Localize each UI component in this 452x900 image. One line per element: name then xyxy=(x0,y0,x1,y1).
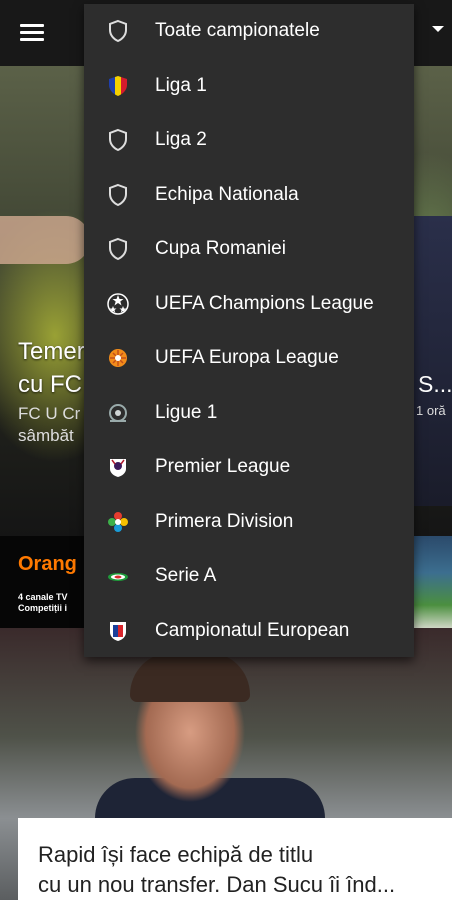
shield-outline-icon xyxy=(106,237,130,261)
menu-item-echipa-nationala[interactable]: Echipa Nationala xyxy=(84,168,414,222)
menu-item-label: Liga 2 xyxy=(155,129,207,150)
article-photo-detail xyxy=(130,652,250,702)
side-article-title[interactable]: S... xyxy=(418,371,452,398)
champions-league-icon xyxy=(106,292,130,316)
championship-dropdown-menu: Toate campionatele Liga 1 Liga 2 Echipa … xyxy=(84,4,414,657)
shield-outline-icon xyxy=(106,19,130,43)
ad-text: 4 canale TV xyxy=(18,592,68,602)
hero-photo-detail xyxy=(0,216,90,264)
menu-item-label: Liga 1 xyxy=(155,75,207,96)
euro-championship-icon xyxy=(106,619,130,643)
shield-outline-icon xyxy=(106,128,130,152)
menu-item-liga-2[interactable]: Liga 2 xyxy=(84,113,414,167)
menu-item-label: Cupa Romaniei xyxy=(155,238,286,259)
menu-item-toate-campionatele[interactable]: Toate campionatele xyxy=(84,4,414,58)
menu-item-label: UEFA Europa League xyxy=(155,347,339,368)
menu-item-europa-league[interactable]: UEFA Europa League xyxy=(84,331,414,385)
hero-title[interactable]: Temer cu FC xyxy=(18,335,85,401)
article-title[interactable]: Rapid își face echipă de titlu cu un nou… xyxy=(38,840,438,900)
europa-league-icon xyxy=(106,346,130,370)
hero-subtitle-line: sâmbăt xyxy=(18,426,74,445)
hero-subtitle: FC U Cr sâmbăt xyxy=(18,403,80,447)
article-title-line: Rapid își face echipă de titlu xyxy=(38,842,314,867)
menu-item-label: Echipa Nationala xyxy=(155,184,299,205)
menu-item-label: Premier League xyxy=(155,456,291,477)
menu-item-label: Campionatul European xyxy=(155,620,350,641)
menu-item-label: Serie A xyxy=(155,565,217,586)
menu-item-premier-league[interactable]: Premier League xyxy=(84,440,414,494)
menu-item-liga-1[interactable]: Liga 1 xyxy=(84,59,414,113)
menu-item-cupa-romaniei[interactable]: Cupa Romaniei xyxy=(84,222,414,276)
ad-brand: Orang xyxy=(18,553,77,575)
menu-item-campionatul-european[interactable]: Campionatul European xyxy=(84,604,414,658)
menu-icon[interactable] xyxy=(20,24,44,42)
menu-item-label: Primera Division xyxy=(155,511,294,532)
serie-a-icon xyxy=(106,564,130,588)
menu-item-primera-division[interactable]: Primera Division xyxy=(84,495,414,549)
hero-title-line: cu FC xyxy=(18,371,83,398)
ad-image[interactable] xyxy=(414,536,452,628)
menu-item-ligue-1[interactable]: Ligue 1 xyxy=(84,386,414,440)
menu-item-label: Ligue 1 xyxy=(155,402,218,423)
dropdown-caret-icon[interactable] xyxy=(432,26,444,32)
menu-item-label: Toate campionatele xyxy=(155,20,320,41)
menu-item-champions-league[interactable]: UEFA Champions League xyxy=(84,277,414,331)
hero-subtitle-line: FC U Cr xyxy=(18,404,81,423)
laliga-icon xyxy=(106,510,130,534)
ligue1-icon xyxy=(106,401,130,425)
article-title-line: cu un nou transfer. Dan Sucu îi înd... xyxy=(38,872,396,897)
side-article-time: 1 oră xyxy=(416,403,446,418)
menu-item-serie-a[interactable]: Serie A xyxy=(84,549,414,603)
ad-text: Competiții i xyxy=(18,603,67,613)
hero-title-line: Temer xyxy=(18,338,85,365)
menu-item-label: UEFA Champions League xyxy=(155,293,374,314)
romania-flag-icon xyxy=(106,74,130,98)
shield-outline-icon xyxy=(106,183,130,207)
premier-league-icon xyxy=(106,455,130,479)
